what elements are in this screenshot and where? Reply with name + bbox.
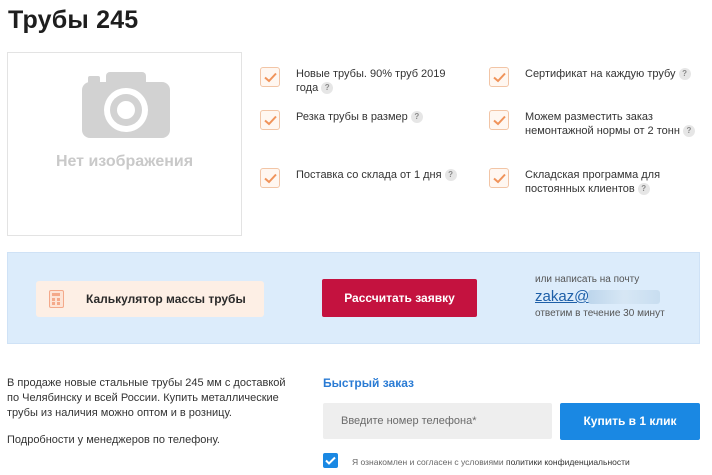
- camera-icon: [82, 72, 170, 138]
- checkmark-icon: [325, 456, 336, 465]
- feature-item: Резка трубы в размер?: [260, 110, 470, 130]
- feature-item: Складская программа для постоянных клиен…: [489, 168, 704, 198]
- checkmark-icon: [260, 67, 280, 87]
- calculator-button[interactable]: Калькулятор массы трубы: [36, 281, 264, 317]
- mail-hint: или написать на почту: [535, 274, 640, 285]
- quick-order-title: Быстрый заказ: [323, 376, 414, 390]
- privacy-policy-link[interactable]: политики конфиденциальности: [506, 457, 630, 467]
- no-image-label: Нет изображения: [55, 153, 194, 170]
- calculate-order-button[interactable]: Рассчитать заявку: [322, 279, 477, 317]
- checkmark-icon: [260, 110, 280, 130]
- agree-text: Я ознакомлен и согласен с условиями поли…: [352, 457, 630, 467]
- agree-label: Я ознакомлен и согласен с условиями: [352, 457, 504, 467]
- feature-item: Поставка со склада от 1 дня?: [260, 168, 470, 188]
- feature-text: Сертификат на каждую трубу: [525, 68, 676, 80]
- calculator-label: Калькулятор массы трубы: [86, 292, 246, 306]
- calculator-icon: [49, 290, 64, 308]
- feature-item: Сертификат на каждую трубу?: [489, 67, 704, 87]
- checkmark-icon: [489, 168, 509, 188]
- checkmark-icon: [260, 168, 280, 188]
- help-icon[interactable]: ?: [678, 68, 691, 81]
- email-blurred-part: [588, 290, 660, 304]
- checkmark-icon: [489, 110, 509, 130]
- agree-checkbox[interactable]: [323, 453, 338, 468]
- help-icon[interactable]: ?: [444, 169, 457, 182]
- help-icon[interactable]: ?: [410, 111, 423, 124]
- feature-text: Поставка со склада от 1 дня: [296, 169, 442, 181]
- reply-hint: ответим в течение 30 минут: [535, 308, 665, 319]
- product-image-placeholder: Нет изображения: [7, 52, 242, 236]
- checkmark-icon: [489, 67, 509, 87]
- phone-input[interactable]: [323, 403, 552, 439]
- help-icon[interactable]: ?: [682, 125, 695, 138]
- page-title: Трубы 245: [8, 6, 139, 34]
- feature-item: Новые трубы. 90% труб 2019 года?: [260, 67, 470, 97]
- feature-item: Можем разместить заказ немонтажной нормы…: [489, 110, 704, 154]
- feature-text: Резка трубы в размер: [296, 111, 408, 123]
- help-icon[interactable]: ?: [321, 82, 334, 95]
- feature-text: Можем разместить заказ немонтажной нормы…: [525, 111, 680, 137]
- feature-text: Новые трубы. 90% труб 2019 года: [296, 68, 446, 94]
- buy-one-click-button[interactable]: Купить в 1 клик: [560, 403, 700, 440]
- details-note: Подробности у менеджеров по телефону.: [7, 434, 220, 446]
- product-description: В продаже новые стальные трубы 245 мм с …: [7, 377, 286, 419]
- email-link[interactable]: zakaz@: [535, 288, 589, 305]
- help-icon[interactable]: ?: [637, 183, 650, 196]
